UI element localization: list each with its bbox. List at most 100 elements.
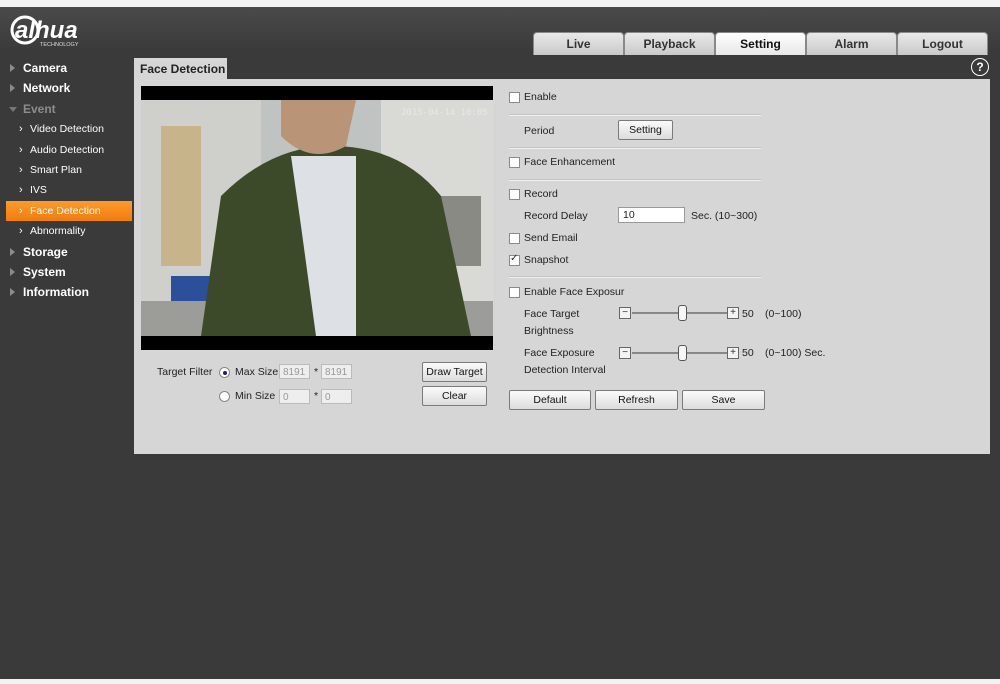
snapshot-label: Snapshot — [524, 254, 569, 266]
slider-handle[interactable] — [678, 305, 687, 321]
sidebar-item-system[interactable]: System — [0, 262, 134, 282]
collapsed-arrow-icon — [10, 288, 15, 297]
enable-checkbox[interactable] — [509, 92, 520, 103]
record-delay-input[interactable]: 10 — [618, 207, 685, 223]
header-bar: alhua TECHNOLOGY Live Playback Setting Alar… — [0, 7, 1000, 55]
help-icon[interactable]: ? — [971, 58, 989, 76]
brightness-slider[interactable]: − + — [619, 305, 747, 321]
video-timestamp: 2015-04-14 10:05 — [401, 108, 488, 118]
period-setting-button[interactable]: Setting — [618, 120, 673, 140]
collapsed-arrow-icon — [10, 84, 15, 93]
save-button[interactable]: Save — [682, 390, 765, 410]
sidebar-item-label: Video Detection — [30, 123, 104, 136]
browser-top-strip — [0, 0, 1000, 7]
interval-value: 50 — [742, 347, 754, 359]
max-size-label: Max Size — [235, 366, 279, 378]
sidebar-item-video-detection[interactable]: › Video Detection — [0, 119, 134, 139]
brand-tagline: TECHNOLOGY — [40, 42, 79, 48]
tab-live[interactable]: Live — [533, 32, 624, 55]
sidebar-item-ivs[interactable]: › IVS — [0, 180, 134, 200]
browser-bottom-strip — [0, 679, 1000, 684]
sidebar-item-camera[interactable]: Camera — [0, 58, 134, 78]
sidebar-item-audio-detection[interactable]: › Audio Detection — [0, 140, 134, 160]
draw-target-button[interactable]: Draw Target — [422, 362, 487, 382]
plus-icon[interactable]: + — [727, 307, 739, 319]
record-checkbox[interactable] — [509, 189, 520, 200]
tab-logout[interactable]: Logout — [897, 32, 988, 55]
chevron-right-icon: › — [19, 123, 23, 136]
sidebar-item-information[interactable]: Information — [0, 282, 134, 302]
chevron-right-icon: › — [19, 143, 23, 156]
interval-label-2: Detection Interval — [524, 364, 606, 376]
clear-button[interactable]: Clear — [422, 386, 487, 406]
target-filter-label: Target Filter — [157, 366, 213, 378]
video-preview[interactable]: 2015-04-14 10:05 — [141, 86, 493, 350]
interval-slider[interactable]: − + — [619, 345, 747, 361]
sidebar-menu: Camera Network Event › Video Detection › Audio… — [0, 58, 134, 303]
tab-alarm[interactable]: Alarm — [806, 32, 897, 55]
snapshot-checkbox[interactable] — [509, 253, 520, 266]
refresh-button[interactable]: Refresh — [595, 390, 678, 410]
face-enhancement-label: Face Enhancement — [524, 156, 616, 168]
interval-range: (0~100) Sec. — [765, 347, 826, 359]
brightness-label: Face Target — [524, 308, 580, 320]
plus-icon[interactable]: + — [727, 347, 739, 359]
max-size-radio[interactable] — [219, 367, 230, 378]
minus-icon[interactable]: − — [619, 347, 631, 359]
interval-label: Face Exposure — [524, 347, 595, 359]
sidebar-item-label: Audio Detection — [30, 143, 105, 156]
min-width-input[interactable]: 0 — [279, 389, 310, 404]
send-email-checkbox[interactable] — [509, 233, 520, 244]
record-delay-hint: Sec. (10~300) — [691, 210, 758, 222]
sidebar-item-label: Abnormality — [30, 225, 86, 238]
sidebar-item-event[interactable]: Event — [0, 99, 134, 119]
camera-feed-image — [141, 86, 493, 350]
max-width-input[interactable]: 8191 — [279, 364, 310, 379]
brand-logo: alhua TECHNOLOGY — [10, 15, 79, 48]
size-separator: * — [314, 366, 319, 378]
tab-setting[interactable]: Setting — [715, 32, 806, 55]
chevron-right-icon: › — [19, 163, 23, 176]
sidebar-item-label: Storage — [23, 244, 68, 259]
default-button[interactable]: Default — [509, 390, 591, 410]
sidebar-item-label: Event — [23, 101, 56, 116]
sidebar-item-label: Smart Plan — [30, 163, 82, 176]
record-label: Record — [524, 188, 558, 200]
brightness-range: (0~100) — [765, 308, 802, 320]
record-delay-label: Record Delay — [524, 210, 588, 222]
sidebar-item-label: Camera — [23, 61, 68, 75]
face-exposure-checkbox[interactable] — [509, 287, 520, 298]
sidebar-item-storage[interactable]: Storage — [0, 242, 134, 262]
send-email-label: Send Email — [524, 232, 578, 244]
face-exposure-label: Enable Face Exposur — [524, 286, 625, 298]
max-height-input[interactable]: 8191 — [321, 364, 352, 379]
brightness-value: 50 — [742, 308, 754, 320]
min-size-label: Min Size — [235, 390, 276, 402]
min-height-input[interactable]: 0 — [321, 389, 352, 404]
divider — [509, 147, 761, 149]
sidebar-item-label: Face Detection — [30, 204, 101, 217]
sidebar-item-network[interactable]: Network — [0, 78, 134, 98]
enable-label: Enable — [524, 91, 557, 103]
slider-handle[interactable] — [678, 345, 687, 361]
brightness-label-2: Brightness — [524, 325, 574, 337]
chevron-right-icon: › — [19, 184, 23, 197]
sidebar-item-label: System — [23, 264, 66, 279]
brand-name: alhua — [15, 17, 78, 44]
chevron-right-icon: › — [19, 204, 23, 217]
collapsed-arrow-icon — [10, 247, 15, 256]
sidebar-item-abnormality[interactable]: › Abnormality — [0, 221, 134, 241]
min-size-radio[interactable] — [219, 391, 230, 402]
period-label: Period — [524, 125, 555, 137]
size-separator: * — [314, 390, 319, 402]
sidebar-item-face-detection[interactable]: › Face Detection — [6, 200, 132, 222]
divider — [509, 276, 761, 278]
sidebar-item-smart-plan[interactable]: › Smart Plan — [0, 160, 134, 180]
sidebar-item-label: IVS — [30, 184, 47, 197]
minus-icon[interactable]: − — [619, 307, 631, 319]
expanded-arrow-icon — [9, 106, 17, 112]
divider — [509, 114, 761, 116]
tab-playback[interactable]: Playback — [624, 32, 715, 55]
chevron-right-icon: › — [19, 225, 23, 238]
face-enhancement-checkbox[interactable] — [509, 157, 520, 168]
